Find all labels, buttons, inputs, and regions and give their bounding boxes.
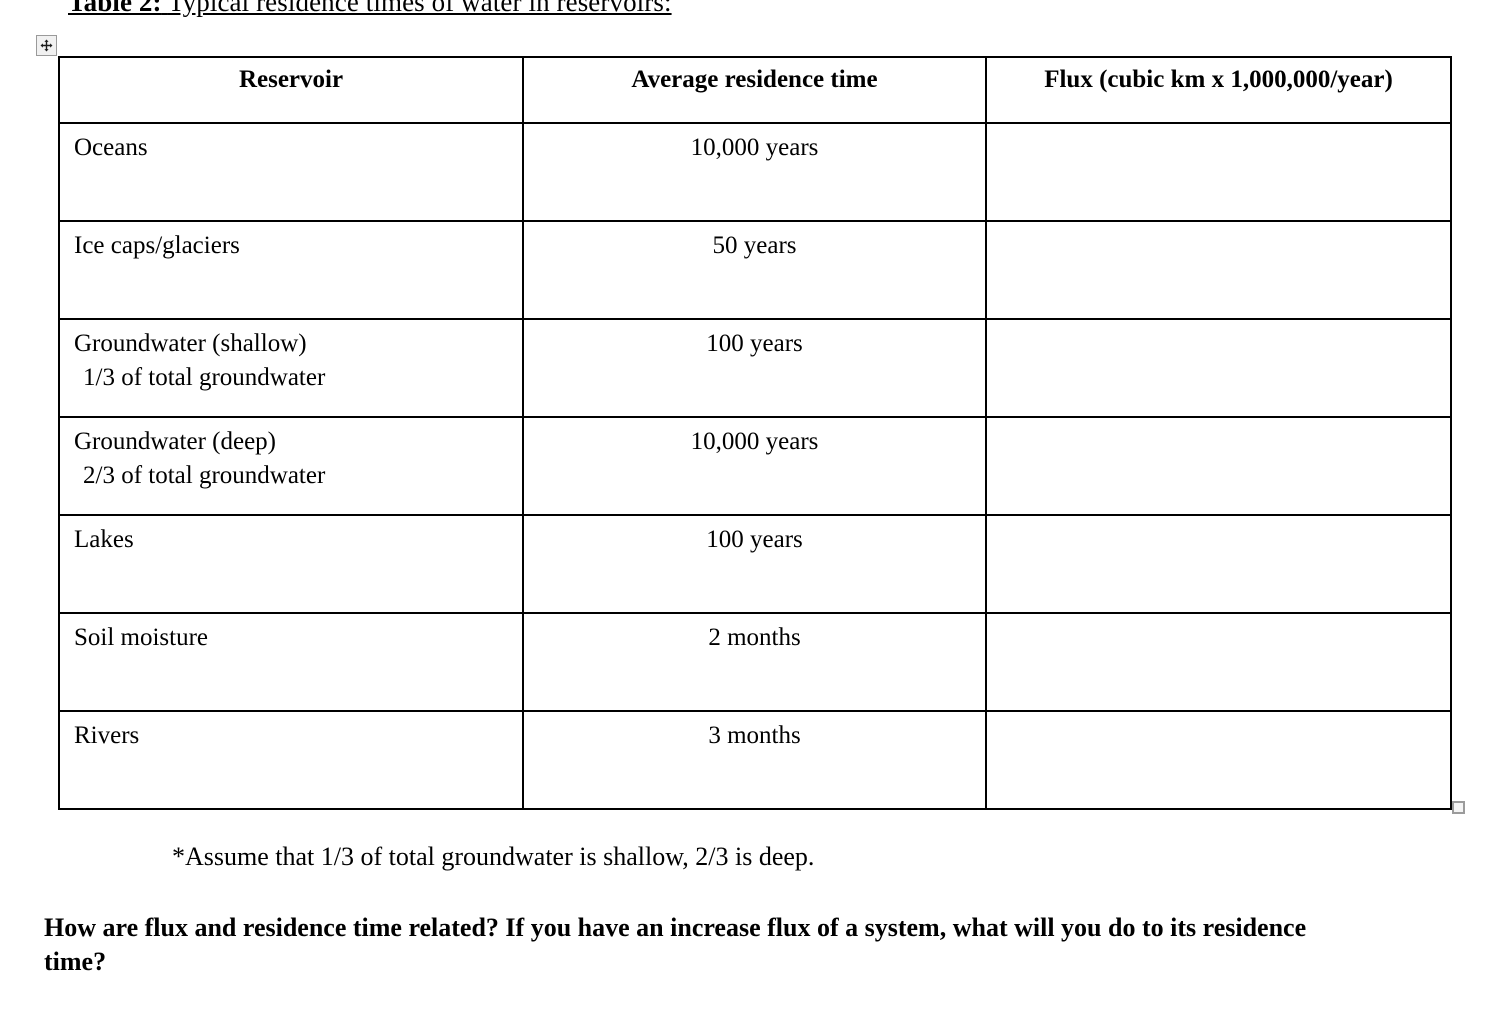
table-resize-handle[interactable] <box>1452 801 1465 814</box>
table-row: Soil moisture 2 months <box>58 612 1452 712</box>
residence-time-value: 50 years <box>712 232 797 259</box>
column-header-flux: Flux (cubic km x 1,000,000/year) <box>985 56 1452 124</box>
reservoir-name: Ice caps/glaciers <box>74 232 240 259</box>
table-row: Lakes 100 years <box>58 514 1452 614</box>
reservoir-name: Soil moisture <box>74 624 209 651</box>
cell-reservoir[interactable]: Oceans <box>58 122 524 222</box>
cell-flux[interactable] <box>985 318 1452 418</box>
page-title: Table 2: Typical residence times of wate… <box>68 0 672 18</box>
column-header-reservoir: Reservoir <box>58 56 524 124</box>
cell-flux[interactable] <box>985 220 1452 320</box>
cell-residence-time[interactable]: 10,000 years <box>522 416 987 516</box>
table-move-handle[interactable] <box>36 35 57 56</box>
reservoir-subnote: 2/3 of total groundwater <box>83 462 326 489</box>
table-row: Groundwater (shallow) 1/3 of total ground… <box>58 318 1452 418</box>
cell-residence-time[interactable]: 10,000 years <box>522 122 987 222</box>
column-header-flux-label: Flux (cubic km x 1,000,000/year) <box>1044 66 1393 93</box>
cell-residence-time[interactable]: 2 months <box>522 612 987 712</box>
cell-reservoir[interactable]: Ice caps/glaciers <box>58 220 524 320</box>
cell-reservoir[interactable]: Lakes <box>58 514 524 614</box>
cell-reservoir[interactable]: Rivers <box>58 710 524 810</box>
residence-time-value: 100 years <box>706 526 803 553</box>
residence-time-value: 2 months <box>708 624 801 651</box>
cell-flux[interactable] <box>985 122 1452 222</box>
residence-time-value: 100 years <box>706 330 803 357</box>
residence-times-table[interactable]: Reservoir Average residence time Flux (c… <box>58 56 1452 810</box>
table-header-row: Reservoir Average residence time Flux (c… <box>58 56 1452 124</box>
cell-residence-time[interactable]: 100 years <box>522 514 987 614</box>
cell-reservoir[interactable]: Soil moisture <box>58 612 524 712</box>
residence-time-value: 3 months <box>708 722 801 749</box>
cell-residence-time[interactable]: 100 years <box>522 318 987 418</box>
table-row: Ice caps/glaciers 50 years <box>58 220 1452 320</box>
footnote: *Assume that 1/3 of total groundwater is… <box>172 842 815 871</box>
move-four-arrows-icon <box>40 39 53 52</box>
table-row: Groundwater (deep) 2/3 of total groundwat… <box>58 416 1452 516</box>
cell-flux[interactable] <box>985 612 1452 712</box>
reservoir-subnote: 1/3 of total groundwater <box>83 364 326 391</box>
cell-residence-time[interactable]: 50 years <box>522 220 987 320</box>
cell-reservoir[interactable]: Groundwater (shallow) 1/3 of total ground… <box>58 318 524 418</box>
reservoir-name: Groundwater (shallow) <box>74 330 307 357</box>
page-title-label: Table 2: <box>68 0 162 17</box>
cell-flux[interactable] <box>985 514 1452 614</box>
residence-time-value: 10,000 years <box>690 134 819 161</box>
cell-reservoir[interactable]: Groundwater (deep) 2/3 of total groundwat… <box>58 416 524 516</box>
reservoir-name: Lakes <box>74 526 134 553</box>
page-title-text: Typical residence times of water in rese… <box>167 0 672 17</box>
residence-time-value: 10,000 years <box>690 428 819 455</box>
reservoir-name: Rivers <box>74 722 140 749</box>
column-header-residence-time-label: Average residence time <box>631 66 878 93</box>
cell-flux[interactable] <box>985 710 1452 810</box>
question-paragraph: How are flux and residence time related?… <box>44 913 1307 976</box>
reservoir-name: Groundwater (deep) <box>74 428 276 455</box>
table-row: Oceans 10,000 years <box>58 122 1452 222</box>
column-header-residence-time: Average residence time <box>522 56 987 124</box>
cell-residence-time[interactable]: 3 months <box>522 710 987 810</box>
cell-flux[interactable] <box>985 416 1452 516</box>
reservoir-name: Oceans <box>74 134 148 161</box>
column-header-reservoir-label: Reservoir <box>238 66 344 93</box>
table-row: Rivers 3 months <box>58 710 1452 810</box>
